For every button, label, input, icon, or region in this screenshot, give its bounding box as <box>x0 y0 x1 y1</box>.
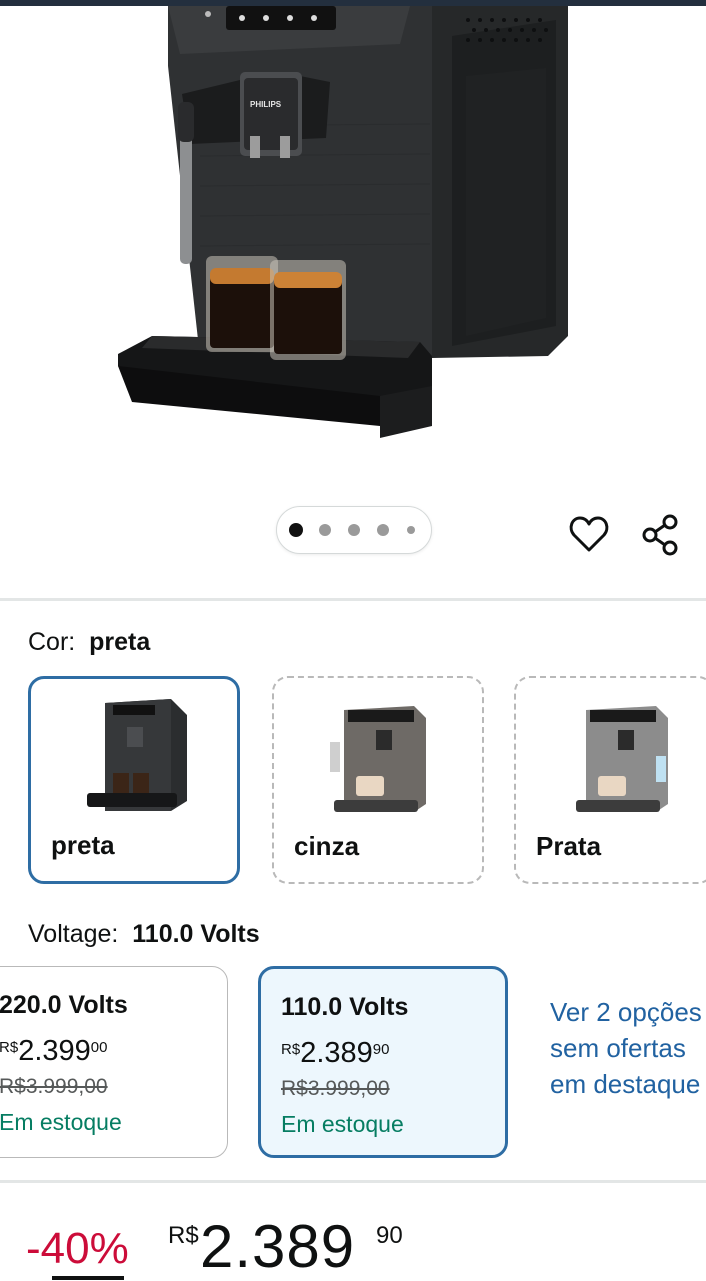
voltage-option-old-price: R$3.999,00 <box>0 1075 108 1098</box>
color-label: Cor: <box>28 628 76 656</box>
color-option-name: cinza <box>294 831 360 861</box>
heart-outline-icon <box>569 516 609 552</box>
svg-text:PHILIPS: PHILIPS <box>250 100 282 109</box>
color-option-name: preta <box>51 830 115 860</box>
voltage-option-110[interactable]: 110.0 Volts R$2.38990 R$3.999,00 Em esto… <box>258 966 508 1158</box>
voltage-option-title: 110.0 Volts <box>281 993 409 1021</box>
price-cents: 00 <box>90 1039 108 1056</box>
wishlist-button[interactable] <box>566 512 612 558</box>
carousel-dot-1[interactable] <box>289 523 303 537</box>
section-divider <box>0 1180 706 1183</box>
price-currency: R$ <box>168 1222 199 1249</box>
voltage-label: Voltage: <box>28 920 119 948</box>
color-option-cinza[interactable]: cinza <box>272 676 484 884</box>
product-image[interactable]: PHILIPS <box>0 6 706 476</box>
see-more-options-link[interactable]: Ver 2 opções sem ofertas em destaque <box>550 994 706 1102</box>
currency-symbol: R$ <box>0 1039 19 1056</box>
color-option-preta[interactable]: preta <box>28 676 240 884</box>
voltage-option-stock: Em estoque <box>281 1111 404 1137</box>
voltage-option-old-price: R$3.999,00 <box>281 1077 390 1100</box>
section-divider <box>0 598 706 601</box>
discount-underline <box>52 1276 124 1280</box>
color-thumbnail <box>576 706 668 812</box>
price-integer: 2.389 <box>200 1213 356 1280</box>
image-carousel-dots[interactable] <box>276 506 432 554</box>
color-label-row: Cor: preta <box>28 628 150 657</box>
carousel-dot-2[interactable] <box>319 524 331 536</box>
color-selected-value: preta <box>89 628 151 656</box>
currency-symbol: R$ <box>281 1041 301 1058</box>
voltage-option-220[interactable]: 220.0 Volts R$2.39900 R$3.999,00 Em esto… <box>0 966 228 1158</box>
carousel-dot-4[interactable] <box>377 524 389 536</box>
share-icon <box>642 514 678 556</box>
color-option-name: Prata <box>536 831 602 861</box>
voltage-option-price: R$2.38990 <box>281 1037 389 1070</box>
discount-percent: -40% <box>26 1224 129 1273</box>
price-integer: 2.389 <box>300 1037 373 1069</box>
voltage-selected-value: 110.0 Volts <box>132 920 260 948</box>
voltage-option-price: R$2.39900 <box>0 1035 107 1068</box>
share-button[interactable] <box>638 512 684 558</box>
voltage-option-stock: Em estoque <box>0 1109 122 1135</box>
carousel-dot-3[interactable] <box>348 524 360 536</box>
carousel-dot-5[interactable] <box>407 526 415 534</box>
price-cents: 90 <box>372 1041 390 1058</box>
voltage-option-title: 220.0 Volts <box>0 991 128 1019</box>
price-cents: 90 <box>376 1222 403 1249</box>
price-integer: 2.399 <box>18 1035 91 1067</box>
color-thumbnail <box>87 699 187 811</box>
color-thumbnail <box>330 706 426 812</box>
color-option-prata[interactable]: Prata <box>514 676 706 884</box>
voltage-label-row: Voltage: 110.0 Volts <box>28 920 260 949</box>
